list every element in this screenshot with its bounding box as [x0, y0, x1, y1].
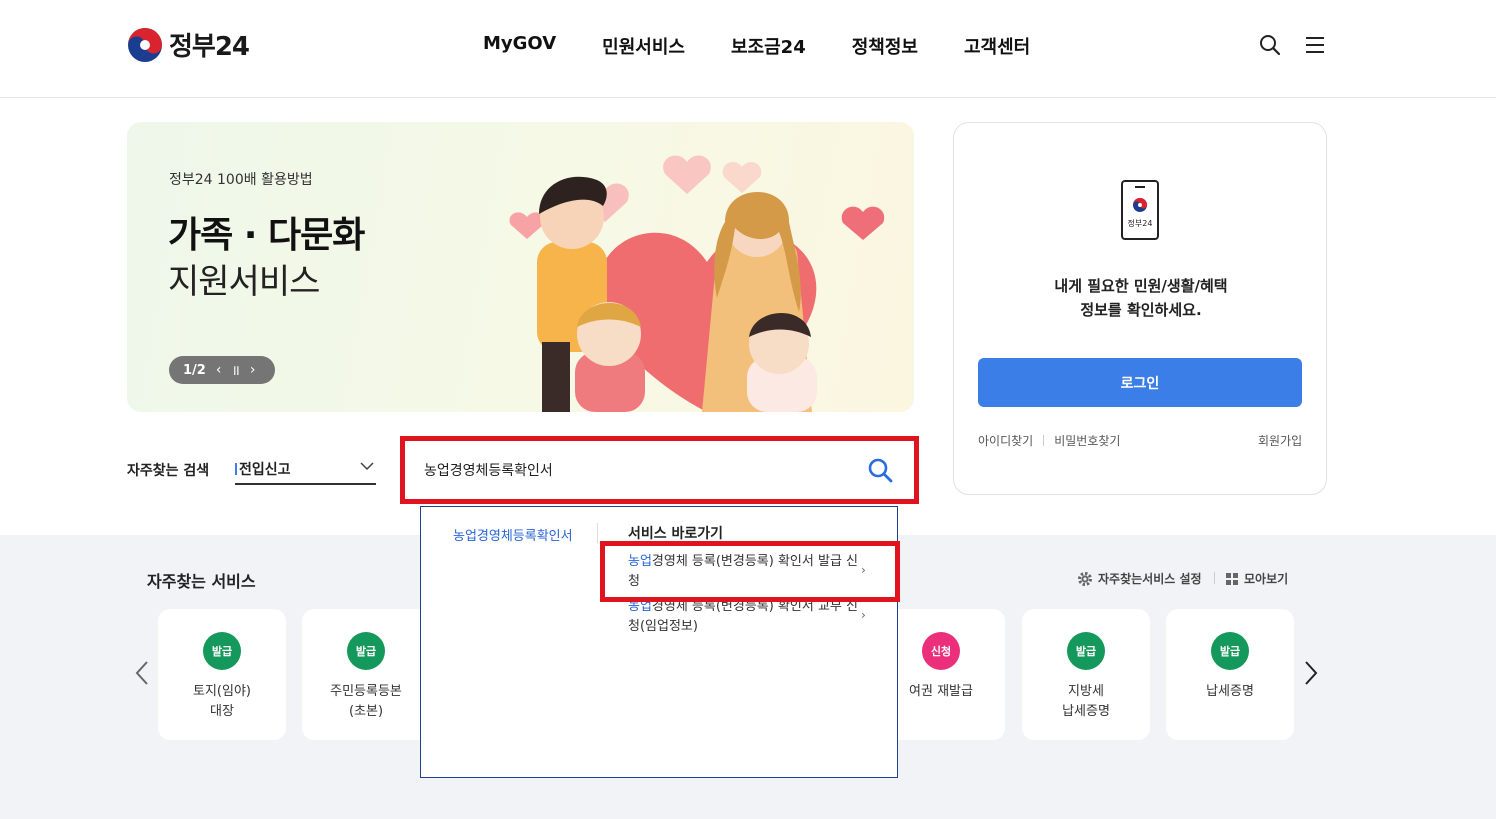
service-badge: 발급: [203, 632, 241, 670]
service-name: 납세증명: [1166, 682, 1294, 702]
pause-icon[interactable]: ॥: [231, 361, 239, 380]
banner-page-indicator: 1/2: [183, 362, 206, 378]
services-setting-label: 자주찾는서비스 설정: [1098, 572, 1202, 586]
service-name-line1: 지방세: [1068, 684, 1104, 699]
site-logo[interactable]: 정부24: [127, 26, 250, 63]
frequent-search-value: 전입신고: [239, 462, 291, 478]
service-card[interactable]: 발급 토지(임야) 대장: [158, 609, 286, 740]
nav-subsidy24[interactable]: 보조금24: [731, 33, 806, 59]
chevron-down-icon: [360, 462, 374, 471]
frequent-search-select[interactable]: 전입신고: [235, 455, 376, 485]
taegeuk-logo-icon: [128, 27, 162, 62]
nav-policy-info[interactable]: 정책정보: [852, 33, 918, 59]
autocomplete-item[interactable]: 농업경영체 등록(변경등록) 확인서 교부 신 청(임업정보): [628, 597, 858, 637]
mobile-phone-icon: 정부24: [1121, 180, 1159, 240]
chevron-right-icon: ›: [861, 608, 866, 622]
login-card: 정부24 내게 필요한 민원/생활/혜택 정보를 확인하세요. 로그인 아이디찾…: [953, 122, 1327, 495]
service-name-line2: 대장: [210, 704, 234, 719]
services-setting-link[interactable]: 자주찾는서비스 설정: [1077, 570, 1202, 587]
grid-icon: [1226, 572, 1238, 585]
view-all-label: 모아보기: [1244, 572, 1289, 586]
search-box: [408, 444, 911, 496]
view-all-link[interactable]: 모아보기: [1225, 570, 1288, 587]
next-slide-icon[interactable]: ›: [250, 362, 256, 378]
service-badge: 발급: [1211, 632, 1249, 670]
service-name: 토지(임야) 대장: [158, 682, 286, 722]
chevron-right-icon[interactable]: [1303, 660, 1319, 686]
banner-subtitle: 지원서비스: [168, 262, 320, 302]
chevron-left-icon[interactable]: [134, 660, 150, 686]
service-name-line1: 주민등록등본: [330, 684, 402, 699]
service-card[interactable]: 발급 납세증명: [1166, 609, 1294, 740]
login-message-line1: 내게 필요한 민원/생활/혜택: [1054, 277, 1228, 295]
search-icon[interactable]: [1259, 34, 1281, 56]
service-name-line2: 납세증명: [1062, 704, 1110, 719]
banner-kicker: 정부24 100배 활용방법: [169, 172, 313, 188]
login-button[interactable]: 로그인: [978, 358, 1302, 407]
autocomplete-text-cont: 청(임업정보): [628, 619, 698, 634]
service-badge: 발급: [1067, 632, 1105, 670]
find-password-link[interactable]: 비밀번호찾기: [1054, 432, 1120, 449]
banner-pager: 1/2 ‹ ॥ ›: [169, 356, 275, 384]
frequent-services-title: 자주찾는 서비스: [147, 572, 256, 591]
search-submit-icon[interactable]: [867, 457, 893, 483]
main-nav: MyGOV 민원서비스 보조금24 정책정보 고객센터: [483, 33, 1030, 59]
select-marker: [235, 463, 237, 475]
service-card[interactable]: 발급 주민등록등본 (초본): [302, 609, 430, 740]
login-message: 내게 필요한 민원/생활/혜택 정보를 확인하세요.: [954, 274, 1328, 322]
service-name: 주민등록등본 (초본): [302, 682, 430, 722]
nav-mygov[interactable]: MyGOV: [483, 33, 556, 59]
site-header: 정부24 MyGOV 민원서비스 보조금24 정책정보 고객센터: [0, 0, 1496, 98]
prev-slide-icon[interactable]: ‹: [216, 362, 222, 378]
autocomplete-heading: 서비스 바로가기: [628, 526, 724, 542]
nav-civil-service[interactable]: 민원서비스: [602, 33, 685, 59]
gear-icon: [1078, 571, 1092, 586]
find-id-link[interactable]: 아이디찾기: [978, 432, 1033, 449]
service-badge: 발급: [347, 632, 385, 670]
family-illustration: [509, 155, 885, 412]
autocomplete-item-highlight: [600, 541, 900, 602]
autocomplete-keyword[interactable]: 농업경영체등록확인서: [453, 525, 573, 544]
logo-text: 정부24: [169, 32, 250, 62]
frequent-search-label: 자주찾는 검색: [127, 463, 210, 479]
service-name-line1: 토지(임야): [193, 684, 251, 699]
service-name: 지방세 납세증명: [1022, 682, 1150, 722]
service-name-line1: 납세증명: [1206, 684, 1254, 699]
banner-title: 가족 · 다문화: [168, 215, 365, 256]
phone-label: 정부24: [1128, 218, 1153, 228]
link-divider: [1043, 435, 1045, 446]
login-message-line2: 정보를 확인하세요.: [1080, 301, 1202, 319]
hamburger-menu-icon[interactable]: [1304, 35, 1326, 55]
main-banner[interactable]: 정부24 100배 활용방법 가족 · 다문화 지원서비스 1/2 ‹ ॥ ›: [127, 122, 914, 412]
services-divider: [1214, 572, 1215, 584]
service-badge: 신청: [922, 632, 960, 670]
service-card[interactable]: 발급 지방세 납세증명: [1022, 609, 1150, 740]
nav-customer-center[interactable]: 고객센터: [964, 33, 1030, 59]
join-link[interactable]: 회원가입: [1258, 432, 1302, 449]
autocomplete-divider: [597, 523, 598, 543]
search-input[interactable]: [424, 458, 844, 482]
service-name-line2: (초본): [348, 704, 384, 719]
login-links: 아이디찾기 비밀번호찾기: [978, 432, 1120, 449]
